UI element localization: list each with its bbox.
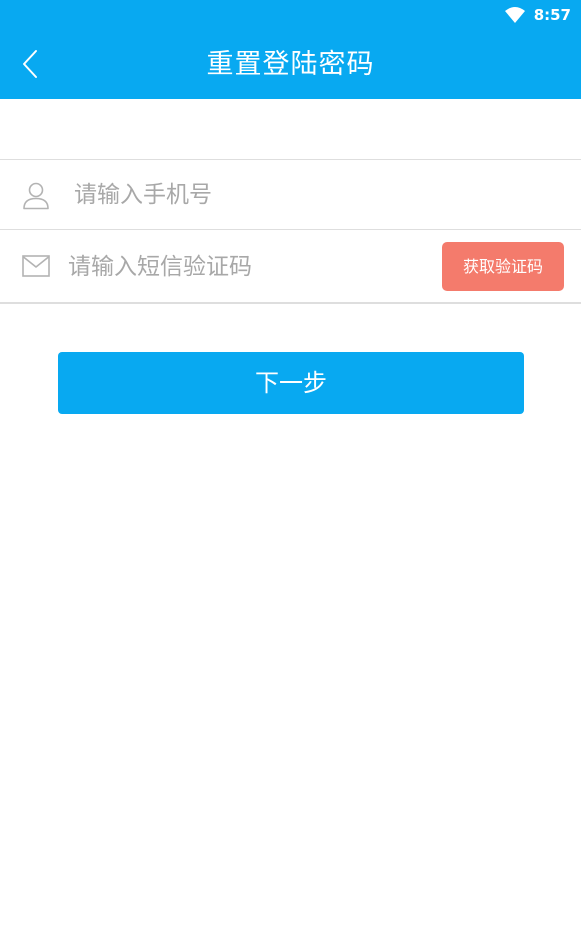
sms-code-input[interactable] [68, 245, 428, 289]
header: 重置登陆密码 [0, 30, 581, 99]
phone-row [0, 160, 581, 230]
reset-password-screen: 8:57 重置登陆密码 获取验证码 [0, 0, 581, 930]
sms-code-row: 获取验证码 [0, 230, 581, 304]
status-time: 8:57 [533, 6, 571, 24]
reset-form: 获取验证码 [0, 159, 581, 304]
next-step-button[interactable]: 下一步 [58, 352, 524, 414]
status-indicators: 8:57 [504, 4, 571, 26]
mail-icon [22, 255, 50, 277]
user-icon [23, 182, 49, 210]
wifi-icon [504, 7, 525, 23]
phone-input[interactable] [74, 173, 554, 217]
get-code-button[interactable]: 获取验证码 [442, 242, 564, 291]
status-bar: 8:57 [0, 0, 581, 30]
top-app-bar: 8:57 重置登陆密码 [0, 0, 581, 99]
page-title: 重置登陆密码 [206, 49, 375, 80]
